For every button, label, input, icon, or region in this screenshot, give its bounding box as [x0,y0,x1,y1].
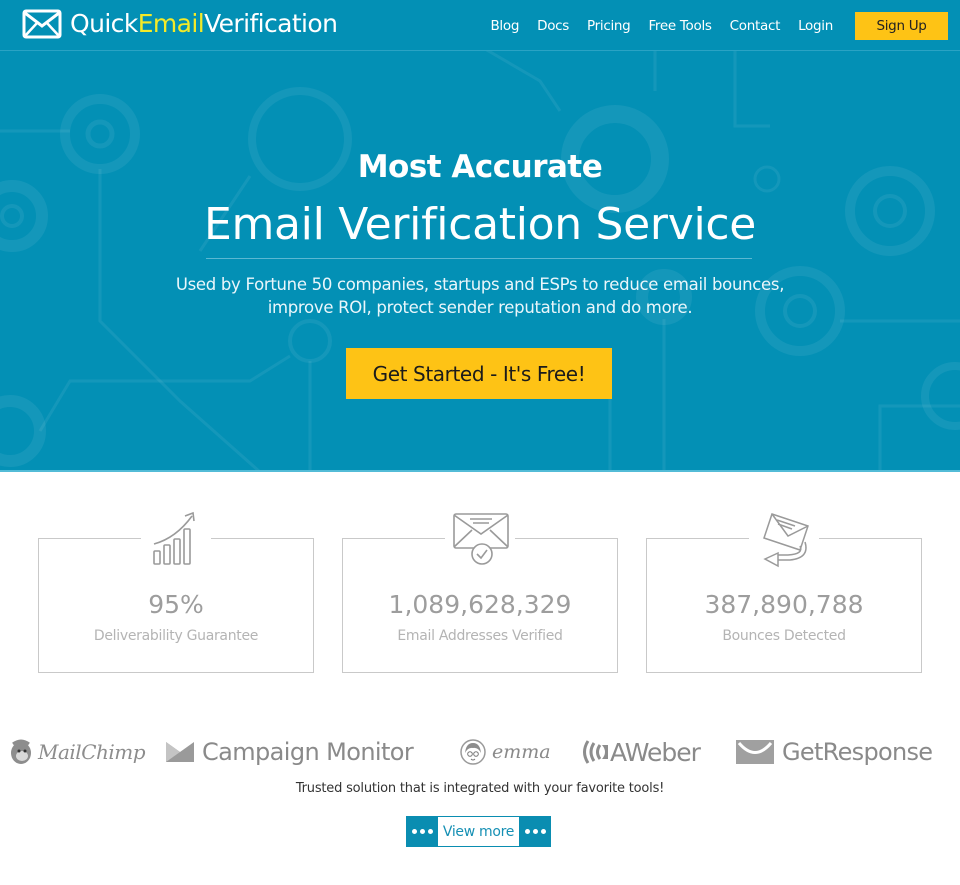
growth-chart-icon [153,511,195,565]
campaign-monitor-logo-icon [166,742,194,762]
stat-label: Bounces Detected [722,628,846,644]
logo-text: QuickEmailVerification [70,9,338,39]
trusted-text: Trusted solution that is integrated with… [295,781,665,796]
nav-contact[interactable]: Contact [730,18,781,34]
stat-label: Deliverability Guarantee [93,628,259,644]
nav-free-tools[interactable]: Free Tools [648,18,712,34]
view-more-label: View more [438,816,519,847]
stat-value: 95% [148,590,204,619]
card-border-right [515,538,617,539]
nav-blog[interactable]: Blog [490,18,519,34]
logo[interactable]: QuickEmailVerification [22,9,338,39]
get-started-button[interactable]: Get Started - It's Free! [346,348,612,399]
envelope-icon [22,9,62,39]
nav-login[interactable]: Login [798,18,833,34]
stat-card-deliverability: 95% Deliverability Guarantee [38,511,314,673]
logo-text-verification: Verification [204,9,338,38]
stat-card-bounces: 387,890,788 Bounces Detected [646,513,922,673]
hero-bottom-border [0,470,960,472]
nav-pricing[interactable]: Pricing [587,18,631,34]
card-border-left [343,538,445,539]
mailchimp-logo-icon [11,739,31,764]
partner-name: GetResponse [782,738,933,766]
stat-value: 1,089,628,329 [388,590,572,619]
dots-icon [519,816,551,847]
hero-kicker: Most Accurate [357,149,603,185]
partner-aweber: AWeber [580,733,701,771]
card-border-left [39,538,141,539]
main-nav: Blog Docs Pricing Free Tools Contact Log… [490,0,960,51]
hero-subtitle: Used by Fortune 50 companies, startups a… [0,273,960,319]
aweber-logo-icon [583,740,608,764]
partner-name: Campaign Monitor [202,738,414,766]
partner-name: emma [492,741,551,763]
getresponse-logo-icon [736,740,774,764]
emma-logo-icon [460,739,486,765]
hero-subtitle-line-2: improve ROI, protect sender reputation a… [267,298,693,317]
partner-name: MailChimp [38,740,146,764]
hero-section: Most Accurate Email Verification Service… [0,51,960,472]
stat-label: Email Addresses Verified [397,628,563,644]
bounced-envelope-icon [763,513,809,568]
logo-text-quick: Quick [70,9,138,38]
logo-text-email: Email [137,9,205,38]
hero-subtitle-line-1: Used by Fortune 50 companies, startups a… [175,275,785,294]
card-border-right [819,538,921,539]
dots-icon [406,816,438,847]
view-more-button[interactable]: View more [406,816,551,847]
partner-emma: emma [460,733,551,771]
hero-title: Email Verification Service [203,199,757,250]
partner-getresponse: GetResponse [736,733,933,771]
hero-divider [206,258,752,259]
site-header: QuickEmailVerification Blog Docs Pricing… [0,0,960,51]
stat-value: 387,890,788 [704,590,864,619]
partner-logos: MailChimp Campaign Monitor emma AWeber G… [0,733,960,773]
sign-up-button[interactable]: Sign Up [855,11,948,40]
partner-name: AWeber [610,737,701,767]
stat-card-verified: 1,089,628,329 Email Addresses Verified [342,513,618,673]
card-border-right [211,538,313,539]
circuit-background-pattern [0,51,960,472]
partner-campaign-monitor: Campaign Monitor [166,733,414,771]
partner-mailchimp: MailChimp [8,733,146,771]
card-border-left [647,538,749,539]
verified-envelope-icon [453,513,509,565]
nav-docs[interactable]: Docs [537,18,569,34]
